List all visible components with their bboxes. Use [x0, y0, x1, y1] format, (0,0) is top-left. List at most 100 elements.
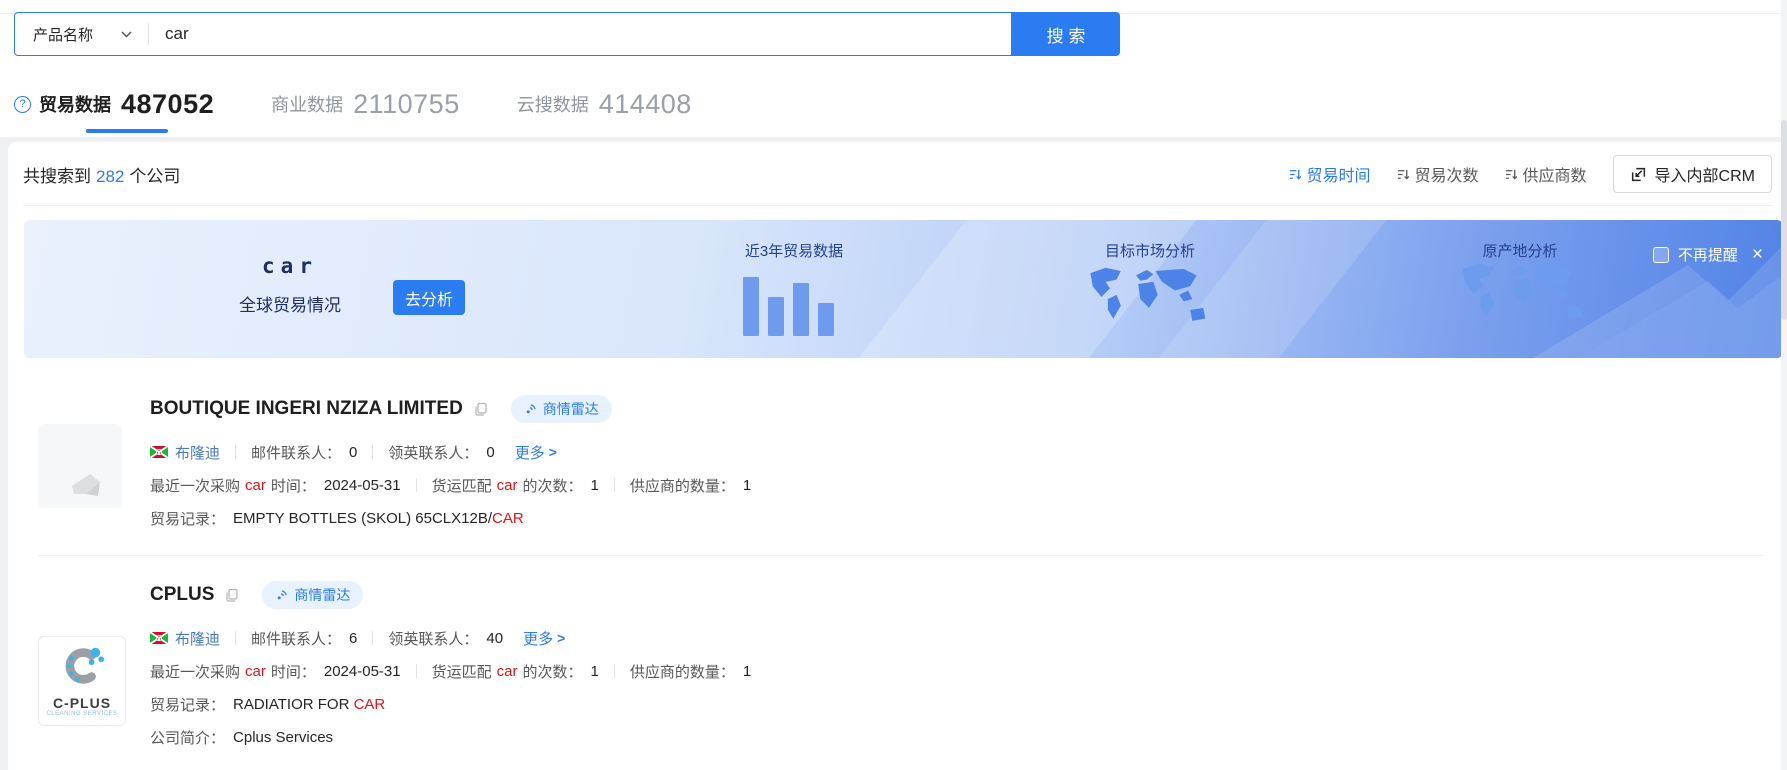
freight-match-count: 1 — [590, 476, 599, 494]
last-purchase-date: 2024-05-31 — [323, 662, 401, 680]
radar-badge[interactable]: 商情雷达 — [262, 581, 364, 609]
linkedin-contacts-label: 领英联系人： — [388, 444, 479, 462]
email-contacts-label: 邮件联系人： — [251, 630, 342, 648]
radar-icon — [526, 403, 536, 413]
more-link[interactable]: 更多 > — [515, 442, 557, 463]
trade-record-text: EMPTY BOTTLES (SKOL) 65CLX12B/ — [233, 509, 492, 527]
supplier-count: 1 — [742, 662, 752, 680]
keyword-highlight: car — [245, 476, 266, 494]
sort-trade-time[interactable]: 贸易时间 — [1289, 162, 1371, 186]
sort-label: 供应商数 — [1522, 168, 1587, 185]
tab-label: 云搜数据 — [516, 95, 589, 115]
tab-cloud-search-data[interactable]: 云搜数据 414408 — [517, 89, 692, 120]
last-purchase-label-post: 时间： — [270, 663, 316, 681]
linkedin-contacts-label: 领英联系人： — [388, 630, 479, 648]
results-suffix: 个公司 — [129, 166, 181, 186]
tab-count: 414408 — [598, 88, 692, 119]
copy-icon[interactable] — [473, 401, 489, 417]
banner-keyword-group: car 全球贸易情况 — [224, 254, 356, 316]
sort-icon — [1397, 169, 1409, 180]
product-category-dropdown[interactable]: 产品名称 — [15, 24, 148, 45]
supplier-count: 1 — [742, 476, 752, 494]
company-intro-label: 公司简介： — [150, 729, 226, 747]
results-header: 共搜索到 282 个公司 贸易时间 贸易次数 供应商数 导入内部CRM — [23, 152, 1772, 196]
company-info: BOUTIQUE INGERI NZIZA LIMITED 商情雷达 布隆迪 邮… — [150, 395, 1763, 529]
sort-label: 贸易次数 — [1414, 168, 1479, 185]
import-crm-button[interactable]: 导入内部CRM — [1612, 155, 1772, 193]
trade-record-keyword: CAR — [492, 509, 524, 527]
search-input[interactable] — [149, 13, 1011, 55]
sort-icon — [1289, 169, 1301, 180]
chevron-right-icon: > — [557, 630, 566, 646]
results-card: 共搜索到 282 个公司 贸易时间 贸易次数 供应商数 导入内部CRM car … — [8, 142, 1787, 770]
burundi-flag-icon — [150, 446, 168, 458]
linkedin-contacts-count: 40 — [486, 629, 504, 647]
trade-record-label: 贸易记录： — [150, 696, 226, 714]
last-purchase-date: 2024-05-31 — [323, 476, 401, 494]
close-icon[interactable]: × — [1752, 245, 1763, 264]
bar — [768, 297, 784, 336]
company-card: BOUTIQUE INGERI NZIZA LIMITED 商情雷达 布隆迪 邮… — [38, 395, 1763, 540]
trade-record-label: 贸易记录： — [150, 510, 226, 528]
banner-subtitle: 全球贸易情况 — [239, 296, 341, 315]
sort-toolbar: 贸易时间 贸易次数 供应商数 导入内部CRM — [1263, 155, 1772, 193]
mini-bar-chart — [743, 277, 834, 336]
cplus-logo-icon — [65, 647, 105, 684]
tab-label: 商业数据 — [271, 95, 344, 115]
company-name[interactable]: CPLUS — [150, 584, 214, 606]
dont-remind-checkbox[interactable] — [1652, 246, 1669, 263]
email-contacts-count: 6 — [349, 629, 358, 647]
radar-badge[interactable]: 商情雷达 — [510, 395, 612, 423]
keyword-highlight: car — [496, 476, 518, 494]
results-count-text: 共搜索到 282 个公司 — [23, 162, 180, 187]
keyword-highlight: car — [245, 662, 266, 680]
divider — [235, 631, 237, 645]
email-contacts-label: 邮件联系人： — [251, 444, 342, 462]
banner-chart-title: 近3年贸易数据 — [744, 243, 844, 260]
bar — [743, 277, 759, 336]
company-intro-text: Cplus Services — [233, 728, 334, 746]
company-country[interactable]: 布隆迪 — [175, 442, 220, 463]
more-label: 更多 — [523, 630, 554, 648]
sort-label: 贸易时间 — [1306, 168, 1371, 185]
tab-business-data[interactable]: 商业数据 2110755 — [271, 89, 460, 120]
keyword-highlight: car — [496, 662, 518, 680]
trade-record-text: RADIATIOR FOR — [233, 695, 354, 713]
sort-icon — [1505, 169, 1517, 180]
content-background: 共搜索到 282 个公司 贸易时间 贸易次数 供应商数 导入内部CRM car … — [0, 137, 1787, 770]
results-prefix: 共搜索到 — [23, 166, 91, 186]
chevron-right-icon: > — [548, 444, 557, 460]
logo-name: C-PLUS — [52, 695, 112, 711]
data-tabs: ? 贸易数据 487052 商业数据 2110755 云搜数据 414408 — [14, 86, 749, 122]
freight-match-label-post: 的次数： — [522, 663, 583, 681]
copy-icon[interactable] — [224, 587, 240, 603]
tab-trade-data[interactable]: 贸易数据 487052 — [39, 89, 214, 120]
trade-record-keyword: CAR — [353, 695, 386, 713]
more-link[interactable]: 更多 > — [523, 628, 565, 649]
divider — [415, 664, 417, 678]
divider — [372, 445, 374, 459]
help-icon[interactable]: ? — [14, 95, 31, 113]
company-logo[interactable] — [38, 424, 122, 508]
divider — [415, 478, 417, 492]
sort-supplier-count[interactable]: 供应商数 — [1505, 162, 1587, 186]
banner-keyword: car — [262, 254, 318, 278]
tab-count: 487052 — [121, 88, 215, 119]
company-country[interactable]: 布隆迪 — [175, 628, 220, 649]
company-name[interactable]: BOUTIQUE INGERI NZIZA LIMITED — [150, 398, 463, 420]
company-logo[interactable]: C-PLUS CLEANING SERVICES — [38, 636, 126, 726]
supplier-count-label: 供应商的数量： — [629, 663, 735, 681]
sort-trade-count[interactable]: 贸易次数 — [1397, 162, 1479, 186]
radar-icon — [278, 589, 288, 599]
divider — [235, 445, 237, 459]
analyze-button[interactable]: 去分析 — [393, 280, 465, 315]
category-label: 产品名称 — [33, 26, 94, 44]
scrollbar[interactable] — [1781, 0, 1787, 770]
dismiss-group: 不再提醒 × — [1652, 244, 1763, 265]
company-divider — [38, 555, 1763, 556]
dont-remind-label: 不再提醒 — [1677, 247, 1738, 264]
scrollbar-thumb[interactable] — [1781, 120, 1787, 320]
search-button[interactable]: 搜 索 — [1012, 12, 1120, 56]
freight-match-count: 1 — [590, 662, 599, 680]
burundi-flag-icon — [150, 632, 168, 644]
